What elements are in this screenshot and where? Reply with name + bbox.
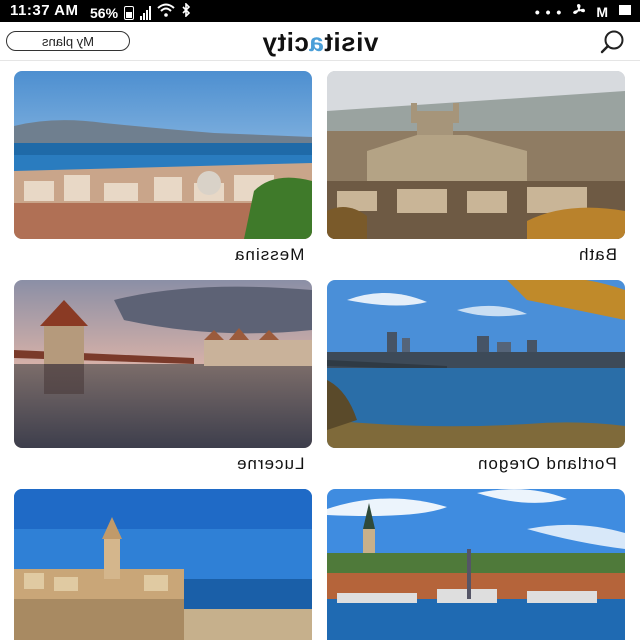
battery-percent: 56% [90, 4, 119, 21]
app-header: My plans visitacity [0, 22, 640, 61]
city-name-messina: Messina [233, 245, 304, 264]
notification-icon [618, 4, 632, 19]
city-card-fortress[interactable] [14, 489, 312, 640]
city-image-harbor [327, 489, 625, 640]
city-image-bath [327, 71, 625, 239]
logo-text-pre: visit [323, 27, 379, 57]
city-card-lucerne[interactable]: Lucerne [14, 280, 312, 473]
status-bar: 11:37 AM 56% • • • M [0, 0, 640, 22]
signal-icon [140, 5, 152, 20]
app-logo: visitacity [0, 27, 640, 58]
city-grid: Messina Bath Lucerne Portland Oregon [0, 60, 640, 640]
status-left-icons: 56% [90, 2, 191, 22]
city-image-messina [14, 71, 312, 239]
fan-icon [572, 3, 586, 20]
city-card-portland-oregon[interactable]: Portland Oregon [327, 280, 625, 473]
city-name-bath: Bath [578, 245, 617, 264]
city-image-fortress [14, 489, 312, 640]
more-dots-icon: • • • [534, 3, 563, 20]
city-name-portland-oregon: Portland Oregon [477, 454, 617, 473]
bluetooth-icon [181, 2, 191, 22]
city-name-lucerne: Lucerne [235, 454, 304, 473]
city-card-messina[interactable]: Messina [14, 71, 312, 264]
city-card-bath[interactable]: Bath [327, 71, 625, 264]
search-icon[interactable] [600, 29, 626, 55]
wifi-icon [157, 3, 175, 22]
city-image-lucerne [14, 280, 312, 448]
city-image-portland-oregon [327, 280, 625, 448]
logo-text-post: city [261, 27, 309, 57]
mail-icon: M [596, 3, 608, 20]
battery-icon [124, 5, 135, 20]
logo-text-accent: a [308, 27, 324, 57]
city-card-harbor[interactable] [327, 489, 625, 640]
status-time: 11:37 AM [10, 2, 79, 19]
status-right-icons: • • • M [535, 3, 632, 20]
